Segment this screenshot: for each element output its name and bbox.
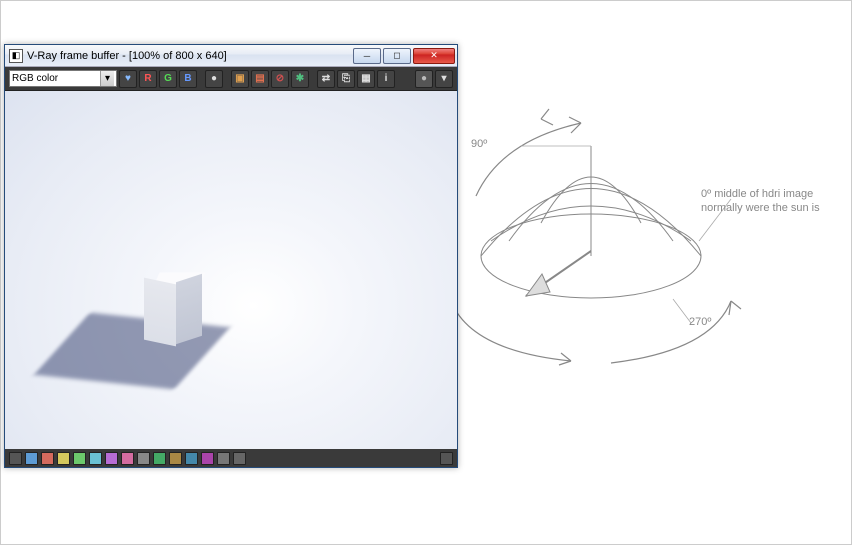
close-button[interactable]: ✕ [413, 48, 455, 64]
app-icon: ◧ [9, 49, 23, 63]
bottom-tool-9[interactable] [137, 452, 150, 465]
bottom-tool-8[interactable] [121, 452, 134, 465]
bottom-tool-13[interactable] [201, 452, 214, 465]
label-270: 270º [689, 315, 711, 329]
chevron-down-icon: ▾ [100, 71, 114, 86]
bottom-tool-7[interactable] [105, 452, 118, 465]
label-0-line1: 0º middle of hdri image [701, 187, 841, 201]
top-toolbar: RGB color ▾ ♥ R G B ● ▣ ▤ ⊘ ✱ ⇄ ⎘ ▦ i ● … [5, 67, 457, 91]
bottom-tool-3[interactable] [41, 452, 54, 465]
bottom-tool-11[interactable] [169, 452, 182, 465]
cube-front-face [144, 278, 176, 347]
swap-button[interactable]: ⇄ [317, 70, 335, 88]
titlebar[interactable]: ◧ V-Ray frame buffer - [100% of 800 x 64… [5, 45, 457, 67]
window-controls: ─ ◻ ✕ [351, 48, 455, 64]
bottom-tool-5[interactable] [73, 452, 86, 465]
refresh-button[interactable]: ✱ [291, 70, 309, 88]
label-0-line2: normally were the sun is [701, 201, 841, 215]
menu-button[interactable]: ▾ [435, 70, 453, 88]
bottom-tool-1[interactable] [9, 452, 22, 465]
rendered-cube [150, 274, 212, 369]
bottom-tool-15[interactable] [233, 452, 246, 465]
region-button[interactable]: ● [415, 70, 433, 88]
save-button[interactable]: ▣ [231, 70, 249, 88]
minimize-button[interactable]: ─ [353, 48, 381, 64]
channel-b-button[interactable]: B [179, 70, 197, 88]
channel-dropdown[interactable]: RGB color ▾ [9, 70, 117, 87]
bottom-tool-10[interactable] [153, 452, 166, 465]
save2-button[interactable]: ▤ [251, 70, 269, 88]
cube-side-face [176, 274, 202, 344]
render-viewport[interactable] [5, 91, 457, 449]
vray-frame-buffer-window: ◧ V-Ray frame buffer - [100% of 800 x 64… [4, 44, 458, 468]
bottom-tool-14[interactable] [217, 452, 230, 465]
grid-button[interactable]: ▦ [357, 70, 375, 88]
mono-button[interactable]: ● [205, 70, 223, 88]
maximize-button[interactable]: ◻ [383, 48, 411, 64]
bottom-tool-4[interactable] [57, 452, 70, 465]
bottom-tool-last[interactable] [440, 452, 453, 465]
label-90: 90º [471, 137, 487, 151]
channel-g-button[interactable]: G [159, 70, 177, 88]
hdri-rotation-diagram: 90º 270º 0º middle of hdri image normall… [431, 101, 831, 401]
bottom-tool-12[interactable] [185, 452, 198, 465]
bottom-tool-6[interactable] [89, 452, 102, 465]
bottom-toolbar [5, 449, 457, 467]
clear-button[interactable]: ⊘ [271, 70, 289, 88]
channel-r-button[interactable]: R [139, 70, 157, 88]
dome-svg [431, 101, 831, 401]
favorite-button[interactable]: ♥ [119, 70, 137, 88]
info-button[interactable]: i [377, 70, 395, 88]
link-button[interactable]: ⎘ [337, 70, 355, 88]
bottom-tool-2[interactable] [25, 452, 38, 465]
window-title: V-Ray frame buffer - [100% of 800 x 640] [27, 50, 351, 62]
channel-dropdown-label: RGB color [12, 73, 58, 84]
